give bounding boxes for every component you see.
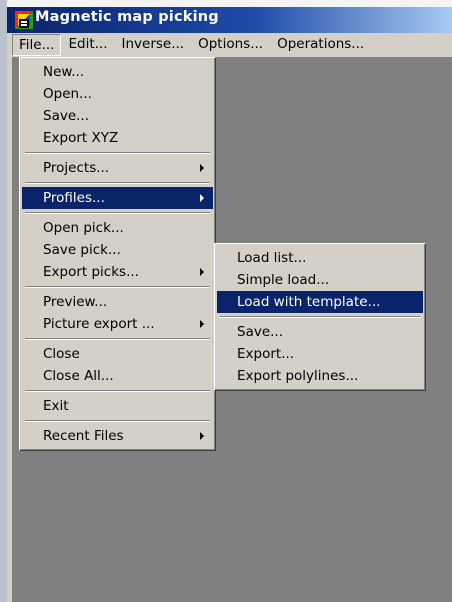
menu-separator bbox=[22, 387, 213, 395]
menu-separator bbox=[22, 283, 213, 291]
file-menu: New... Open... Save... Export XYZ Projec… bbox=[19, 57, 216, 451]
menu-item-projects[interactable]: Projects... bbox=[22, 157, 213, 179]
menu-operations[interactable]: Operations... bbox=[270, 34, 371, 56]
menu-separator bbox=[22, 335, 213, 343]
menu-item-recent-files[interactable]: Recent Files bbox=[22, 425, 213, 447]
menu-separator bbox=[22, 179, 213, 187]
submenu-arrow-icon bbox=[200, 194, 204, 202]
menu-item-load-list[interactable]: Load list... bbox=[217, 247, 423, 269]
profiles-submenu: Load list... Simple load... Load with te… bbox=[214, 243, 426, 391]
menu-separator bbox=[22, 149, 213, 157]
menu-item-preview[interactable]: Preview... bbox=[22, 291, 213, 313]
menu-item-save[interactable]: Save... bbox=[22, 105, 213, 127]
menu-item-profiles-save[interactable]: Save... bbox=[217, 321, 423, 343]
menu-item-export-polylines[interactable]: Export polylines... bbox=[217, 365, 423, 387]
title-bar[interactable]: Magnetic map picking bbox=[7, 7, 452, 33]
menu-item-label: Export picks... bbox=[43, 264, 139, 280]
menu-item-close[interactable]: Close bbox=[22, 343, 213, 365]
menu-item-profiles-export[interactable]: Export... bbox=[217, 343, 423, 365]
menu-item-exit[interactable]: Exit bbox=[22, 395, 213, 417]
submenu-arrow-icon bbox=[200, 432, 204, 440]
menu-item-simple-load[interactable]: Simple load... bbox=[217, 269, 423, 291]
window-frame-left bbox=[0, 0, 7, 602]
menu-item-open-pick[interactable]: Open pick... bbox=[22, 217, 213, 239]
menu-item-new[interactable]: New... bbox=[22, 61, 213, 83]
menu-separator bbox=[22, 209, 213, 217]
menu-item-label: Picture export ... bbox=[43, 316, 155, 332]
menu-item-label: Projects... bbox=[43, 160, 110, 176]
menu-inverse[interactable]: Inverse... bbox=[115, 34, 192, 56]
menu-item-export-picks[interactable]: Export picks... bbox=[22, 261, 213, 283]
menu-separator bbox=[217, 313, 423, 321]
menu-item-export-xyz[interactable]: Export XYZ bbox=[22, 127, 213, 149]
menu-bar: File... Edit... Inverse... Options... Op… bbox=[12, 33, 452, 57]
menu-item-picture-export[interactable]: Picture export ... bbox=[22, 313, 213, 335]
window-title: Magnetic map picking bbox=[35, 9, 219, 25]
submenu-arrow-icon bbox=[200, 320, 204, 328]
menu-edit[interactable]: Edit... bbox=[61, 34, 114, 56]
app-map-icon bbox=[15, 11, 33, 29]
submenu-arrow-icon bbox=[200, 164, 204, 172]
menu-file[interactable]: File... bbox=[12, 34, 62, 56]
menu-separator bbox=[22, 417, 213, 425]
menu-item-close-all[interactable]: Close All... bbox=[22, 365, 213, 387]
submenu-arrow-icon bbox=[200, 268, 204, 276]
menu-item-label: Profiles... bbox=[43, 190, 105, 206]
menu-item-profiles[interactable]: Profiles... bbox=[22, 187, 213, 209]
menu-item-load-with-template[interactable]: Load with template... bbox=[217, 291, 423, 313]
menu-item-open[interactable]: Open... bbox=[22, 83, 213, 105]
window-frame-top bbox=[0, 0, 452, 7]
menu-item-label: Recent Files bbox=[43, 428, 124, 444]
menu-options[interactable]: Options... bbox=[191, 34, 270, 56]
menu-item-save-pick[interactable]: Save pick... bbox=[22, 239, 213, 261]
